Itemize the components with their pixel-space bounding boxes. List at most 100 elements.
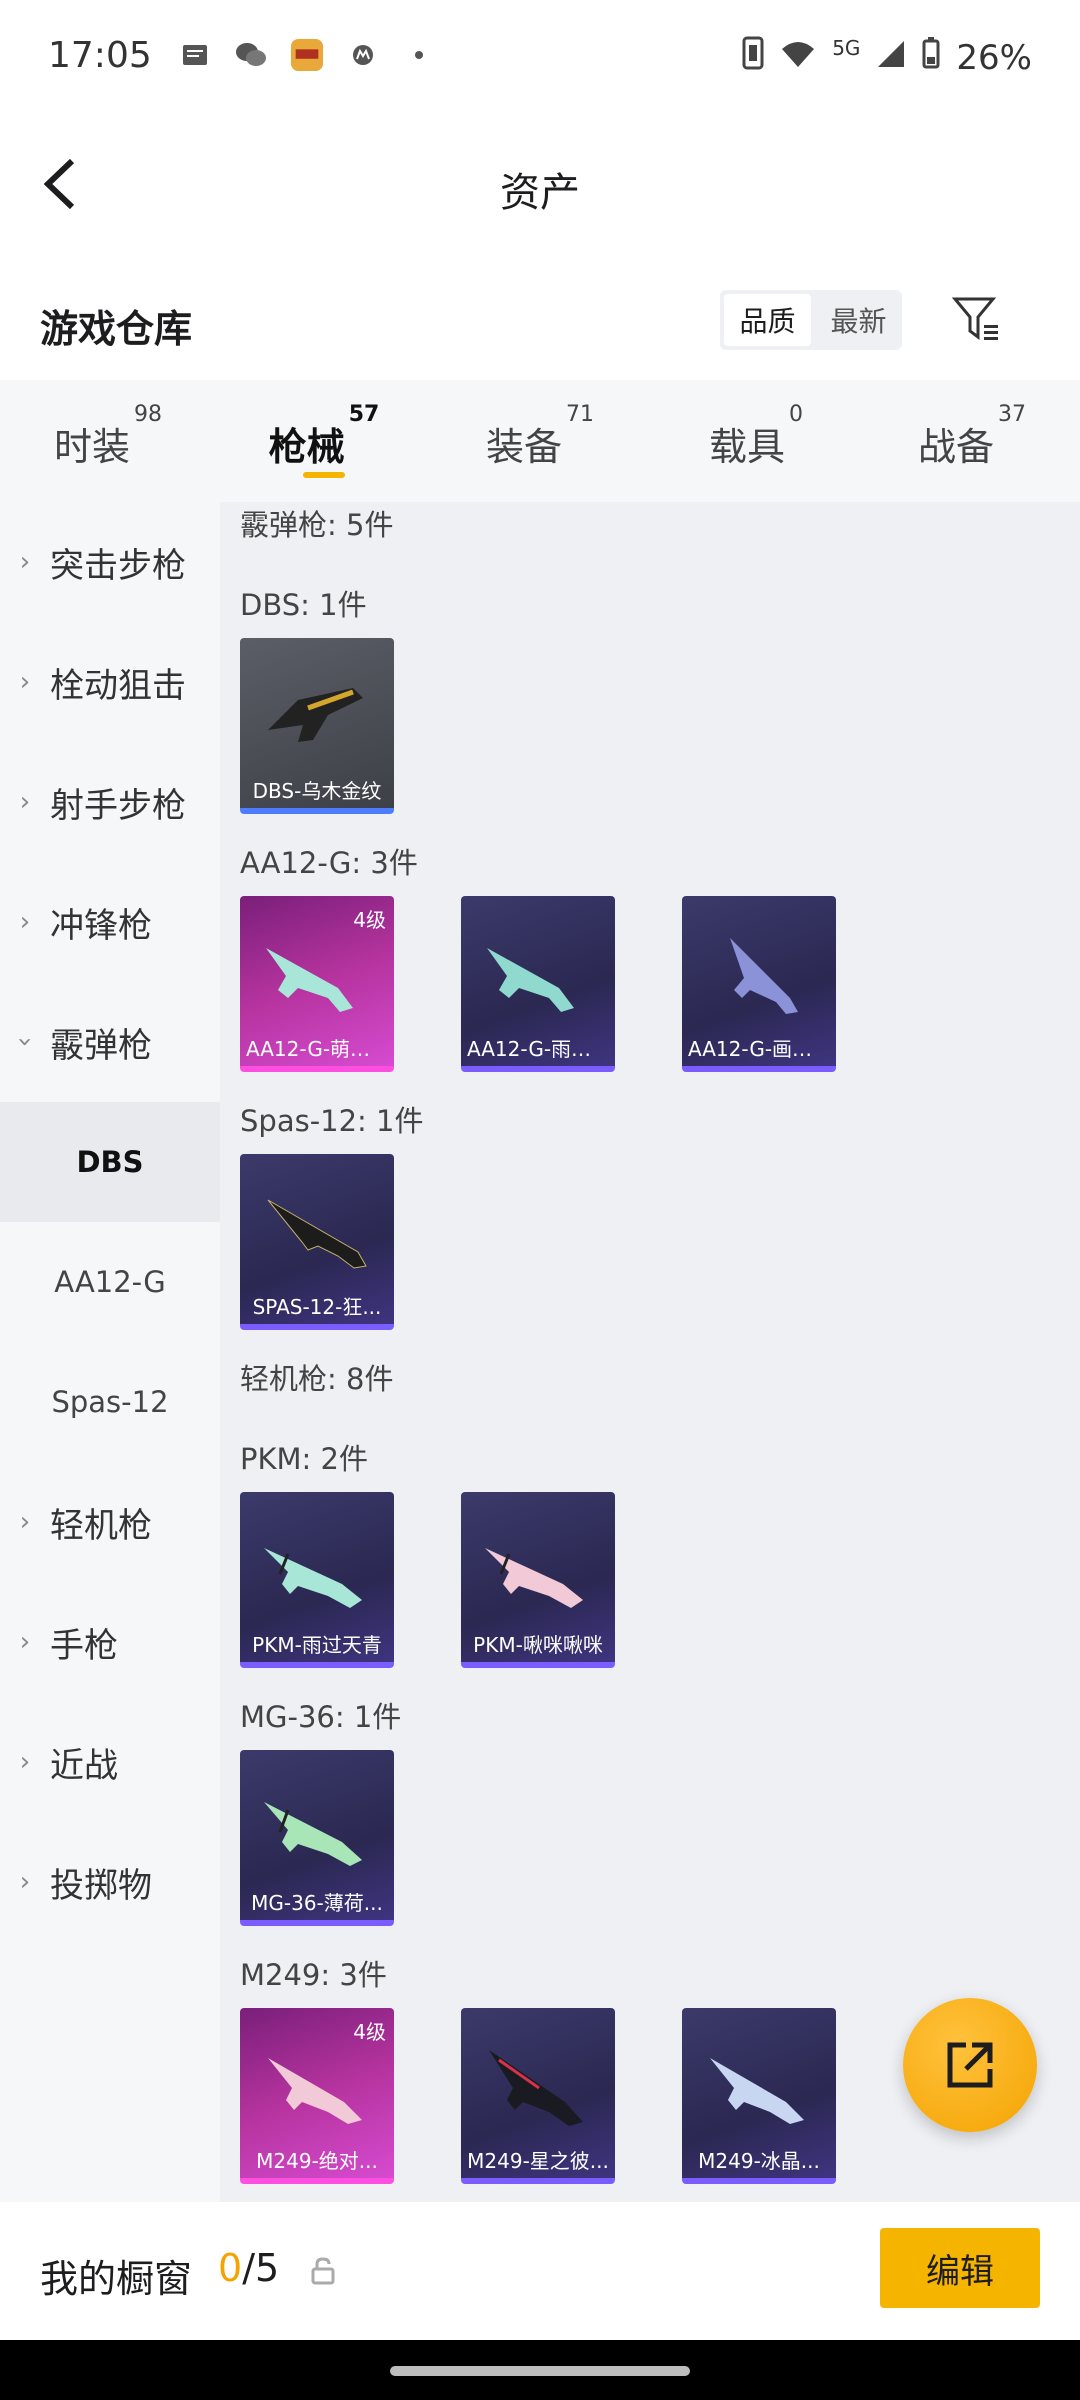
battery-icon bbox=[922, 37, 940, 78]
weapon-card-name: AA12-G-画境... bbox=[688, 1037, 832, 1061]
sidebar-item-label: 近战 bbox=[50, 1745, 118, 1786]
sidebar-subitem-spas12[interactable]: Spas-12 bbox=[0, 1342, 220, 1462]
showcase-bar: 我的橱窗 0/5 编辑 bbox=[0, 2202, 1080, 2340]
tab-label: 载具 bbox=[708, 425, 785, 469]
dot-icon bbox=[402, 38, 436, 72]
edit-button[interactable]: 编辑 bbox=[880, 2228, 1040, 2308]
shotgun-icon bbox=[730, 938, 798, 1014]
tab-count: 98 bbox=[134, 402, 162, 427]
section-header-dbs: DBS: 1件 bbox=[240, 588, 367, 622]
tab-equipment[interactable]: 装备 71 bbox=[432, 380, 648, 502]
showcase-used: 0 bbox=[218, 2246, 243, 2290]
sort-quality-button[interactable]: 品质 bbox=[724, 294, 811, 346]
signal-icon bbox=[876, 38, 906, 78]
tab-count: 0 bbox=[789, 402, 803, 427]
weapon-card-mg36[interactable]: MG-36-薄荷... bbox=[240, 1750, 394, 1926]
weapon-category-sidebar: › 突击步枪 › 栓动狙击 › 射手步枪 › 冲锋枪 › 霰弹枪 DBS AA12-G S… bbox=[0, 502, 220, 2202]
weapon-card-pkm-2[interactable]: PKM-啾咪啾咪 bbox=[461, 1492, 615, 1668]
weapon-content-list[interactable]: 霰弹枪: 5件 DBS: 1件 DBS-乌木金纹 AA12-G: 3件 4级 A… bbox=[220, 502, 1080, 2202]
weapon-card-name: MG-36-薄荷... bbox=[251, 1891, 383, 1915]
chevron-right-icon: › bbox=[19, 1867, 31, 1897]
warehouse-bar: 游戏仓库 品质 最新 bbox=[0, 260, 1080, 380]
machine-gun-icon bbox=[268, 2058, 362, 2124]
sidebar-subitem-aa12g[interactable]: AA12-G bbox=[0, 1222, 220, 1342]
sort-toggle: 品质 最新 bbox=[720, 290, 902, 350]
section-header-spas12: Spas-12: 1件 bbox=[240, 1104, 424, 1138]
status-bar: 17:05 5G 26% bbox=[0, 0, 1080, 110]
sidebar-item-smg[interactable]: › 冲锋枪 bbox=[0, 862, 220, 982]
lock-icon bbox=[311, 2257, 335, 2285]
system-nav-bar bbox=[0, 2340, 1080, 2400]
weapon-card-aa12g-1[interactable]: 4级 AA12-G-萌骑... bbox=[240, 896, 394, 1072]
sidebar-item-label: 冲锋枪 bbox=[50, 905, 152, 946]
sidebar-item-assault-rifle[interactable]: › 突击步枪 bbox=[0, 502, 220, 622]
home-gesture-handle[interactable] bbox=[390, 2366, 690, 2376]
sidebar-item-melee[interactable]: › 近战 bbox=[0, 1702, 220, 1822]
tab-supplies[interactable]: 战备 37 bbox=[864, 380, 1080, 502]
vibrate-icon bbox=[742, 36, 764, 79]
sidebar-item-throwable[interactable]: › 投掷物 bbox=[0, 1822, 220, 1942]
machine-gun-icon bbox=[264, 1548, 362, 1608]
showcase-total: /5 bbox=[242, 2246, 280, 2290]
weapon-card-name: M249-冰晶... bbox=[698, 2149, 820, 2173]
warehouse-title: 游戏仓库 bbox=[40, 307, 193, 351]
weapon-card-aa12g-2[interactable]: AA12-G-雨过... bbox=[461, 896, 615, 1072]
chevron-right-icon: › bbox=[19, 667, 31, 697]
chevron-right-icon: › bbox=[19, 547, 31, 577]
weapon-card-name: DBS-乌木金纹 bbox=[252, 779, 382, 803]
sidebar-item-label: 手枪 bbox=[50, 1625, 118, 1666]
tab-vehicles[interactable]: 载具 0 bbox=[648, 380, 864, 502]
sidebar-subitem-dbs[interactable]: DBS bbox=[0, 1102, 220, 1222]
weapon-card-dbs-ebony[interactable]: DBS-乌木金纹 bbox=[240, 638, 394, 814]
weapon-card-m249-1[interactable]: 4级 M249-绝对... bbox=[240, 2008, 394, 2184]
weapon-card-name: M249-绝对... bbox=[256, 2149, 378, 2173]
network-type: 5G bbox=[832, 35, 861, 60]
section-header-lmg: 轻机枪: 8件 bbox=[240, 1362, 394, 1396]
showcase-label: 我的橱窗 bbox=[40, 2257, 193, 2301]
machine-gun-icon bbox=[485, 1548, 583, 1608]
weapon-card-name: AA12-G-萌骑... bbox=[246, 1037, 390, 1061]
tab-firearms[interactable]: 枪械 57 bbox=[216, 380, 432, 502]
tab-fashion[interactable]: 时装 98 bbox=[0, 380, 216, 502]
chevron-right-icon: › bbox=[19, 1747, 31, 1777]
section-header-m249: M249: 3件 bbox=[240, 1958, 387, 1992]
tab-label: 战备 bbox=[917, 425, 994, 469]
chevron-right-icon: › bbox=[19, 907, 31, 937]
header: 资产 bbox=[0, 110, 1080, 260]
shotgun-icon bbox=[266, 948, 353, 1012]
filter-icon bbox=[951, 297, 998, 340]
tab-label: 枪械 bbox=[268, 425, 345, 469]
weapon-card-m249-3[interactable]: M249-冰晶... bbox=[682, 2008, 836, 2184]
shotgun-icon bbox=[268, 688, 363, 742]
battery-percent: 26% bbox=[956, 37, 1032, 78]
section-header-shotgun: 霰弹枪: 5件 bbox=[240, 508, 394, 542]
game-app-icon bbox=[290, 38, 324, 72]
wechat-icon bbox=[234, 38, 268, 72]
chevron-right-icon: › bbox=[19, 1507, 31, 1537]
message-icon bbox=[178, 38, 212, 72]
tab-count: 71 bbox=[566, 402, 594, 427]
motorola-icon bbox=[346, 38, 380, 72]
sidebar-item-pistol[interactable]: › 手枪 bbox=[0, 1582, 220, 1702]
weapon-card-m249-2[interactable]: M249-星之彼... bbox=[461, 2008, 615, 2184]
weapon-card-aa12g-3[interactable]: AA12-G-画境... bbox=[682, 896, 836, 1072]
weapon-card-pkm-1[interactable]: PKM-雨过天青 bbox=[240, 1492, 394, 1668]
sidebar-item-marksman-rifle[interactable]: › 射手步枪 bbox=[0, 742, 220, 862]
sort-newest-button[interactable]: 最新 bbox=[815, 290, 902, 350]
weapon-card-spas12[interactable]: SPAS-12-狂... bbox=[240, 1154, 394, 1330]
sidebar-item-lmg[interactable]: › 轻机枪 bbox=[0, 1462, 220, 1582]
status-time: 17:05 bbox=[48, 34, 152, 76]
tab-label: 时装 bbox=[53, 425, 130, 469]
machine-gun-icon bbox=[489, 2050, 583, 2126]
section-header-mg36: MG-36: 1件 bbox=[240, 1700, 402, 1734]
shotgun-icon bbox=[267, 1199, 367, 1269]
shotgun-icon bbox=[487, 948, 574, 1012]
sidebar-item-bolt-sniper[interactable]: › 栓动狙击 bbox=[0, 622, 220, 742]
sidebar-item-shotgun[interactable]: › 霰弹枪 bbox=[0, 982, 220, 1102]
page-title: 资产 bbox=[500, 170, 580, 216]
weapon-card-name: PKM-雨过天青 bbox=[252, 1633, 382, 1657]
share-fab-button[interactable] bbox=[903, 1998, 1037, 2132]
sidebar-item-label: 射手步枪 bbox=[50, 785, 186, 826]
chevron-right-icon: › bbox=[19, 1627, 31, 1657]
filter-button[interactable] bbox=[946, 288, 1006, 348]
